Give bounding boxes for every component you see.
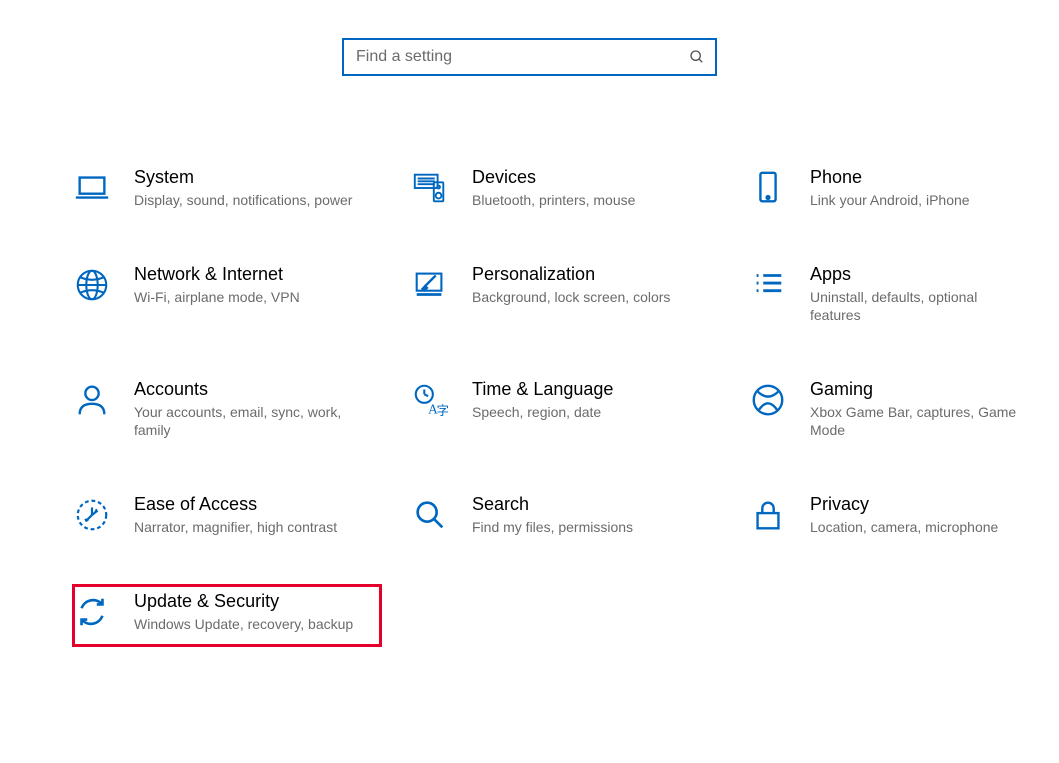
apps-list-icon (748, 265, 788, 305)
tile-personalization[interactable]: Personalization Background, lock screen,… (410, 257, 720, 330)
svg-text:字: 字 (437, 403, 449, 418)
ease-of-access-icon (72, 495, 112, 535)
tile-title: Time & Language (472, 378, 613, 400)
tile-title: Privacy (810, 493, 998, 515)
tile-title: Personalization (472, 263, 670, 285)
tile-time-language[interactable]: A 字 Time & Language Speech, region, date (410, 372, 720, 445)
tile-title: Devices (472, 166, 635, 188)
tile-phone[interactable]: Phone Link your Android, iPhone (748, 160, 1058, 215)
tile-desc: Location, camera, microphone (810, 518, 998, 536)
search-input[interactable] (354, 47, 689, 67)
tile-desc: Find my files, permissions (472, 518, 633, 536)
settings-grid: System Display, sound, notifications, po… (0, 76, 1059, 647)
person-icon (72, 380, 112, 420)
phone-icon (748, 168, 788, 208)
tile-desc: Windows Update, recovery, backup (134, 615, 353, 633)
tile-accounts[interactable]: Accounts Your accounts, email, sync, wor… (72, 372, 382, 445)
tile-desc: Speech, region, date (472, 403, 613, 421)
tile-title: Update & Security (134, 590, 353, 612)
tile-search[interactable]: Search Find my files, permissions (410, 487, 720, 542)
search-box[interactable] (342, 38, 717, 76)
tile-privacy[interactable]: Privacy Location, camera, microphone (748, 487, 1058, 542)
search-container (0, 0, 1059, 76)
tile-desc: Link your Android, iPhone (810, 191, 970, 209)
tile-network[interactable]: Network & Internet Wi-Fi, airplane mode,… (72, 257, 382, 330)
tile-desc: Uninstall, defaults, optional features (810, 288, 1030, 324)
clock-language-icon: A 字 (410, 380, 450, 420)
tile-devices[interactable]: Devices Bluetooth, printers, mouse (410, 160, 720, 215)
tile-desc: Background, lock screen, colors (472, 288, 670, 306)
lock-icon (748, 495, 788, 535)
tile-title: Ease of Access (134, 493, 337, 515)
keyboard-speaker-icon (410, 168, 450, 208)
tile-desc: Narrator, magnifier, high contrast (134, 518, 337, 536)
tile-desc: Display, sound, notifications, power (134, 191, 352, 209)
tile-desc: Your accounts, email, sync, work, family (134, 403, 354, 439)
laptop-icon (72, 168, 112, 208)
tile-title: Gaming (810, 378, 1030, 400)
tile-title: Network & Internet (134, 263, 300, 285)
tile-desc: Bluetooth, printers, mouse (472, 191, 635, 209)
tile-gaming[interactable]: Gaming Xbox Game Bar, captures, Game Mod… (748, 372, 1058, 445)
tile-title: Apps (810, 263, 1030, 285)
tile-title: System (134, 166, 352, 188)
sync-arrows-icon (72, 592, 112, 632)
magnifier-icon (410, 495, 450, 535)
tile-desc: Wi-Fi, airplane mode, VPN (134, 288, 300, 306)
tile-system[interactable]: System Display, sound, notifications, po… (72, 160, 382, 215)
search-icon (689, 49, 705, 65)
tile-update-security[interactable]: Update & Security Windows Update, recove… (72, 584, 382, 647)
tile-ease-of-access[interactable]: Ease of Access Narrator, magnifier, high… (72, 487, 382, 542)
tile-apps[interactable]: Apps Uninstall, defaults, optional featu… (748, 257, 1058, 330)
tile-title: Phone (810, 166, 970, 188)
xbox-icon (748, 380, 788, 420)
tile-title: Accounts (134, 378, 354, 400)
globe-icon (72, 265, 112, 305)
tile-desc: Xbox Game Bar, captures, Game Mode (810, 403, 1030, 439)
tile-title: Search (472, 493, 633, 515)
paint-icon (410, 265, 450, 305)
